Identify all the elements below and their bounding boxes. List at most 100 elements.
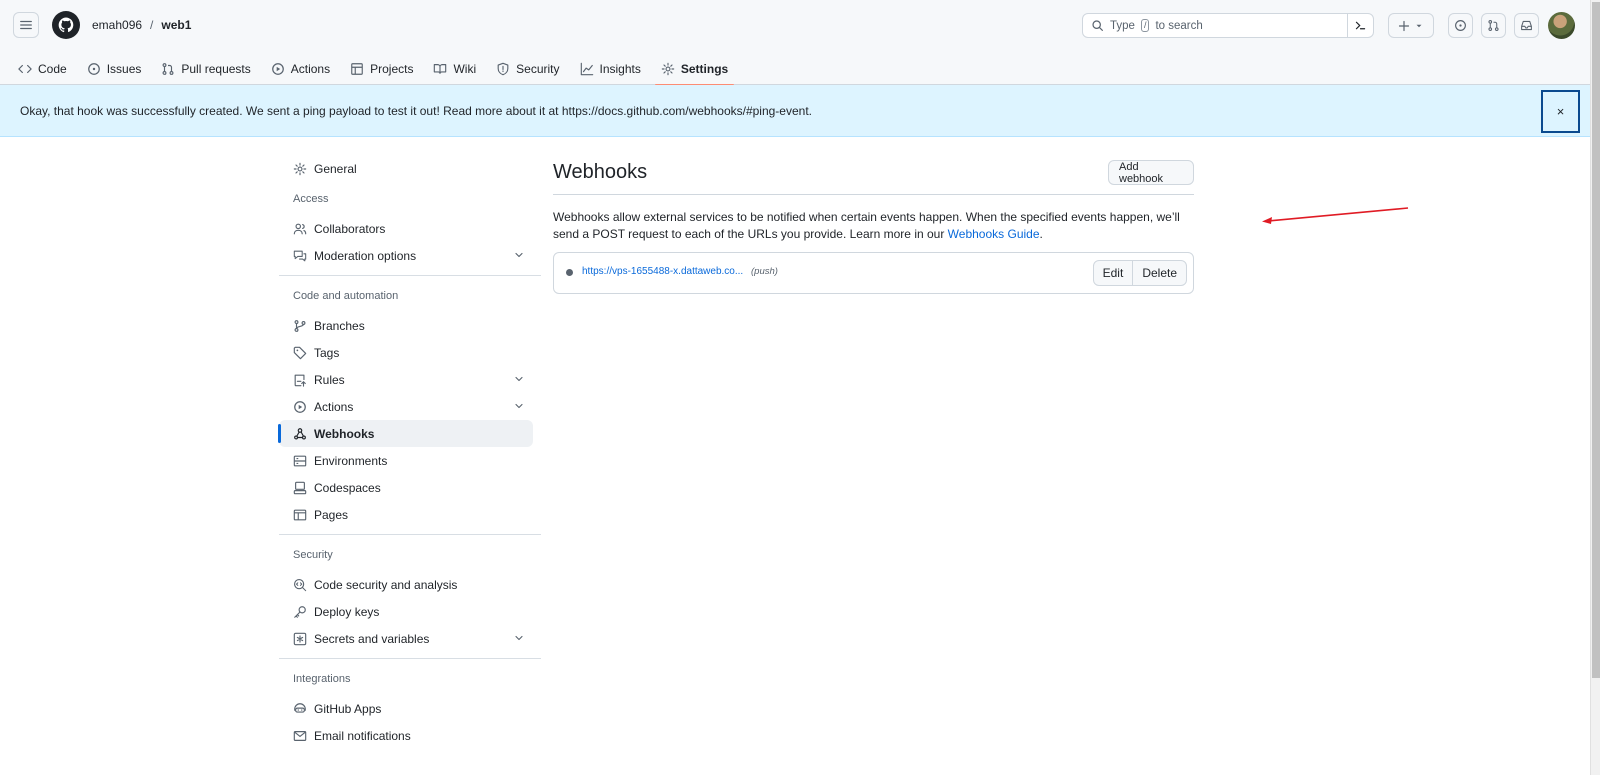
sidebar-item-label: Email notifications: [314, 728, 411, 743]
app-header: emah096 / web1 Type / to search Code Iss…: [0, 0, 1590, 86]
search-shortcut-key: /: [1140, 19, 1150, 32]
tab-label: Pull requests: [181, 61, 251, 76]
chevron-down-icon: [515, 376, 523, 382]
scrollbar-thumb[interactable]: [1592, 2, 1600, 678]
key-asterisk-icon: [293, 632, 307, 645]
pull-requests-button[interactable]: [1481, 13, 1506, 38]
sidebar-item-label: Actions: [314, 399, 354, 414]
red-arrow-annotation: [1262, 207, 1409, 224]
github-logo-icon[interactable]: [52, 11, 80, 39]
sidebar-item-label: Tags: [314, 345, 340, 360]
tab-security[interactable]: Security: [486, 52, 569, 85]
tab-issues[interactable]: Issues: [77, 52, 152, 85]
avatar[interactable]: [1548, 12, 1575, 39]
sidebar-item-pages[interactable]: Pages: [279, 501, 541, 528]
chevron-down-icon: [515, 252, 523, 258]
issue-icon: [87, 62, 100, 75]
sidebar-divider: [279, 534, 541, 535]
sidebar-item-label: General: [314, 161, 357, 176]
issues-button[interactable]: [1448, 13, 1473, 38]
sidebar-item-moderation[interactable]: Moderation options: [279, 242, 541, 269]
search-icon: [1092, 20, 1103, 31]
sidebar-divider: [279, 275, 541, 276]
sidebar-item-github-apps[interactable]: GitHub Apps: [279, 695, 541, 722]
delete-webhook-button[interactable]: Delete: [1133, 261, 1186, 285]
sidebar-item-label: Branches: [314, 318, 365, 333]
tab-actions[interactable]: Actions: [261, 52, 340, 85]
chevron-down-icon: [515, 635, 523, 641]
codescan-icon: [294, 578, 307, 591]
edit-webhook-button[interactable]: Edit: [1094, 261, 1134, 285]
section-heading-code-automation: Code and automation: [293, 290, 399, 302]
section-heading-security: Security: [293, 549, 333, 561]
sidebar-item-email-notifications[interactable]: Email notifications: [279, 722, 541, 749]
status-dot-icon: [566, 269, 573, 276]
sidebar-item-collaborators[interactable]: Collaborators: [279, 215, 541, 242]
header-top-row: emah096 / web1 Type / to search: [0, 0, 1590, 52]
sidebar-item-general[interactable]: General: [279, 155, 541, 182]
tab-insights[interactable]: Insights: [570, 52, 651, 85]
tab-label: Code: [38, 61, 67, 76]
gear-icon: [293, 162, 307, 175]
description-text: Webhooks allow external services to be n…: [553, 210, 1180, 241]
tab-pull-requests[interactable]: Pull requests: [151, 52, 260, 85]
search-input[interactable]: Type / to search: [1082, 13, 1374, 38]
flash-close-button[interactable]: ×: [1541, 90, 1580, 133]
owner-link[interactable]: emah096: [92, 18, 142, 32]
repo-link[interactable]: web1: [161, 18, 191, 32]
page-scrollbar[interactable]: [1590, 0, 1600, 775]
comment-discussion-icon: [293, 250, 307, 261]
plus-icon: [1398, 20, 1410, 31]
graph-icon: [580, 62, 593, 75]
sidebar-item-webhooks[interactable]: Webhooks: [278, 420, 533, 447]
sidebar-item-secrets[interactable]: Secrets and variables: [279, 625, 541, 652]
tab-label: Security: [516, 61, 560, 76]
sidebar-item-label: Codespaces: [314, 480, 381, 495]
create-new-button[interactable]: [1388, 13, 1434, 38]
sidebar-item-rules[interactable]: Rules: [279, 366, 541, 393]
sidebar-item-branches[interactable]: Branches: [279, 312, 541, 339]
webhooks-guide-link[interactable]: Webhooks Guide: [948, 227, 1040, 241]
inbox-icon: [1521, 20, 1532, 31]
tab-label: Insights: [599, 61, 641, 76]
tab-label: Issues: [106, 61, 142, 76]
play-icon: [294, 400, 306, 413]
add-webhook-button[interactable]: Add webhook: [1108, 160, 1194, 185]
breadcrumb: emah096 / web1: [92, 18, 191, 32]
sidebar-item-actions[interactable]: Actions: [279, 393, 541, 420]
sidebar-item-label: Code security and analysis: [314, 577, 458, 592]
breadcrumb-separator: /: [150, 18, 154, 32]
inbox-button[interactable]: [1514, 13, 1539, 38]
sidebar-item-label: Deploy keys: [314, 604, 380, 619]
shield-icon: [497, 62, 509, 75]
sidebar-item-environments[interactable]: Environments: [279, 447, 541, 474]
tab-code[interactable]: Code: [8, 52, 77, 85]
people-icon: [293, 223, 307, 234]
sidebar-item-label: Pages: [314, 507, 349, 522]
sidebar-item-label: Webhooks: [314, 426, 375, 441]
repo-nav: Code Issues Pull requests Actions Projec…: [8, 52, 738, 86]
triangle-down-icon: [1416, 24, 1422, 27]
menu-button[interactable]: [13, 12, 39, 38]
sidebar-item-codespaces[interactable]: Codespaces: [279, 474, 541, 501]
webhook-row: https://vps-1655488-x.dattaweb.co... (pu…: [553, 252, 1194, 294]
sidebar-item-tags[interactable]: Tags: [279, 339, 541, 366]
sidebar-item-code-security[interactable]: Code security and analysis: [279, 571, 541, 598]
sidebar-item-label: Environments: [314, 453, 388, 468]
issue-icon: [1455, 20, 1466, 31]
tab-settings[interactable]: Settings: [651, 52, 738, 86]
tab-label: Wiki: [453, 61, 477, 76]
tab-projects[interactable]: Projects: [340, 52, 423, 85]
webhook-url-link[interactable]: https://vps-1655488-x.dattaweb.co...: [582, 266, 743, 277]
terminal-icon: [1355, 21, 1366, 30]
tag-icon: [293, 346, 307, 359]
tab-wiki[interactable]: Wiki: [423, 52, 486, 85]
branch-icon: [294, 319, 306, 332]
hubot-icon: [294, 702, 306, 713]
sidebar-item-label: GitHub Apps: [314, 701, 382, 716]
sidebar-item-deploy-keys[interactable]: Deploy keys: [279, 598, 541, 625]
sidebar-item-label: Moderation options: [314, 248, 417, 263]
command-palette-button[interactable]: [1347, 13, 1373, 38]
search-placeholder-suffix: to search: [1155, 19, 1203, 32]
code-icon: [18, 64, 32, 73]
